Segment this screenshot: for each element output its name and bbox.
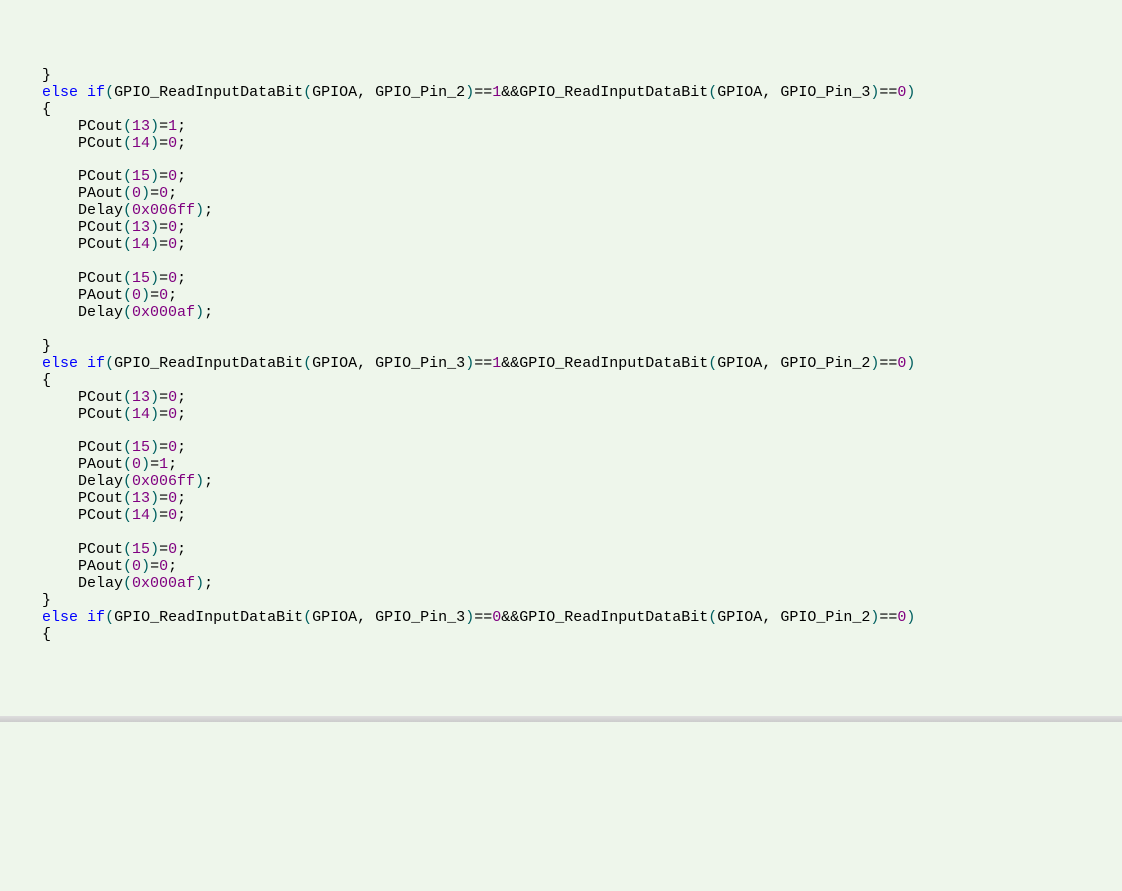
code-line: } — [6, 68, 1116, 85]
code-line: Delay(0x000af); — [6, 305, 1116, 322]
code-line — [6, 322, 1116, 339]
code-line: PCout(15)=0; — [6, 169, 1116, 186]
code-line: Delay(0x006ff); — [6, 474, 1116, 491]
code-line: PCout(14)=0; — [6, 407, 1116, 424]
code-line: PAout(0)=1; — [6, 457, 1116, 474]
scrollbar-horizontal[interactable] — [0, 716, 1122, 722]
code-editor-viewport[interactable]: } else if(GPIO_ReadInputDataBit(GPIOA, G… — [0, 68, 1122, 790]
keyword-else: else — [42, 609, 78, 626]
code-line: else if(GPIO_ReadInputDataBit(GPIOA, GPI… — [6, 85, 1116, 102]
code-line: PAout(0)=0; — [6, 288, 1116, 305]
code-line — [6, 423, 1116, 440]
code-line: PCout(15)=0; — [6, 440, 1116, 457]
code-line — [6, 525, 1116, 542]
code-line: PCout(13)=1; — [6, 119, 1116, 136]
keyword-if: if — [87, 609, 105, 626]
code-line: PAout(0)=0; — [6, 186, 1116, 203]
code-line: PCout(15)=0; — [6, 271, 1116, 288]
code-line: else if(GPIO_ReadInputDataBit(GPIOA, GPI… — [6, 610, 1116, 627]
code-line: PCout(13)=0; — [6, 220, 1116, 237]
code-line: { — [6, 102, 1116, 119]
code-line: else if(GPIO_ReadInputDataBit(GPIOA, GPI… — [6, 356, 1116, 373]
code-line: } — [6, 339, 1116, 356]
keyword-if: if — [87, 355, 105, 372]
code-line: PCout(14)=0; — [6, 136, 1116, 153]
code-line: PCout(13)=0; — [6, 390, 1116, 407]
code-line: PAout(0)=0; — [6, 559, 1116, 576]
keyword-else: else — [42, 355, 78, 372]
code-line: Delay(0x000af); — [6, 576, 1116, 593]
keyword-if: if — [87, 84, 105, 101]
keyword-else: else — [42, 84, 78, 101]
code-line: PCout(14)=0; — [6, 237, 1116, 254]
code-line: PCout(15)=0; — [6, 542, 1116, 559]
code-line: { — [6, 627, 1116, 644]
code-line: PCout(14)=0; — [6, 508, 1116, 525]
code-line: PCout(13)=0; — [6, 491, 1116, 508]
code-line: { — [6, 373, 1116, 390]
code-line: } — [6, 593, 1116, 610]
code-line — [6, 254, 1116, 271]
code-line — [6, 152, 1116, 169]
code-line: Delay(0x006ff); — [6, 203, 1116, 220]
